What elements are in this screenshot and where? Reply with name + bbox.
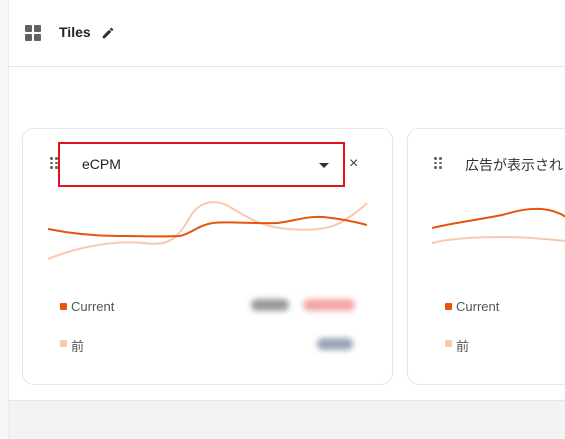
legend-swatch bbox=[445, 340, 452, 347]
drag-handle-icon[interactable] bbox=[434, 157, 442, 169]
grid-icon bbox=[25, 25, 41, 41]
legend-swatch bbox=[445, 303, 452, 310]
obscured-value bbox=[251, 299, 289, 311]
obscured-value bbox=[317, 338, 353, 350]
drag-handle-icon[interactable] bbox=[50, 157, 58, 169]
close-icon[interactable]: × bbox=[349, 156, 358, 172]
page-title: Tiles bbox=[59, 24, 91, 40]
legend-label: 前 bbox=[456, 339, 470, 354]
pencil-icon[interactable] bbox=[101, 26, 115, 40]
page-header: Tiles bbox=[8, 0, 565, 67]
current-series-line bbox=[432, 207, 565, 229]
legend-label: 前 bbox=[71, 339, 85, 354]
legend-label: Current bbox=[456, 299, 500, 314]
tile-card: eCPM × Current 前 bbox=[22, 128, 393, 385]
obscured-change bbox=[303, 299, 355, 311]
footer-bar bbox=[8, 400, 565, 439]
sparkline-chart bbox=[432, 207, 565, 244]
tile-card: 広告が表示され Current 前 bbox=[407, 128, 565, 385]
metric-dropdown[interactable]: eCPM bbox=[58, 142, 345, 187]
previous-series-line bbox=[432, 235, 565, 244]
legend-label: Current bbox=[71, 299, 115, 314]
previous-series-line bbox=[48, 201, 368, 260]
caret-down-icon bbox=[319, 163, 329, 168]
legend-swatch bbox=[60, 340, 67, 347]
metric-selected-value: eCPM bbox=[82, 156, 121, 172]
legend-swatch bbox=[60, 303, 67, 310]
current-series-line bbox=[48, 215, 368, 238]
tile-title: 広告が表示され bbox=[465, 157, 563, 173]
sparkline-chart bbox=[48, 201, 368, 260]
